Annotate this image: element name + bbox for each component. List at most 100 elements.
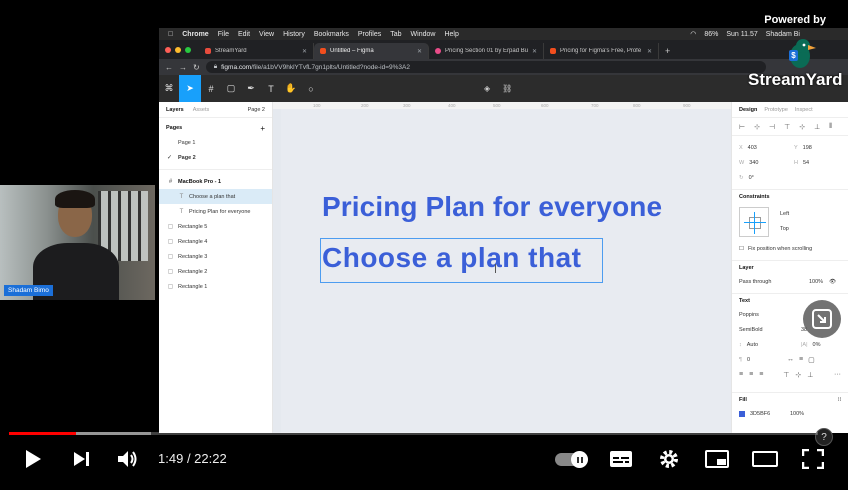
- auto-height-icon[interactable]: ≡: [799, 356, 803, 364]
- rotation-field[interactable]: 0°: [749, 175, 754, 181]
- shape-tool-icon[interactable]: ▢: [221, 75, 241, 102]
- tab-figma-pricing[interactable]: Pricing for Figma's Free, Profe ✕: [544, 43, 659, 59]
- constraint-v[interactable]: Top: [780, 226, 789, 232]
- x-field[interactable]: 403: [748, 145, 757, 151]
- align-left-icon[interactable]: ⊢: [739, 123, 745, 131]
- text-align-bottom-icon[interactable]: ⊥: [807, 371, 813, 379]
- text-align-center-icon[interactable]: ≡: [749, 371, 753, 378]
- figma-menu-icon[interactable]: ⌘: [159, 75, 179, 102]
- close-tab-icon[interactable]: ✕: [647, 48, 652, 55]
- component-icon[interactable]: ◈: [484, 84, 490, 93]
- tab-layers[interactable]: Layers: [166, 107, 184, 113]
- hand-tool-icon[interactable]: ✋: [281, 75, 301, 102]
- layer-row[interactable]: ▢ Rectangle 1: [159, 279, 272, 294]
- auto-width-icon[interactable]: ↔: [787, 356, 794, 364]
- text-align-middle-icon[interactable]: ⊹: [795, 371, 801, 379]
- miniplayer-button[interactable]: [704, 446, 730, 472]
- distribute-icon[interactable]: ⫴: [829, 123, 832, 131]
- text-align-right-icon[interactable]: ≡: [759, 371, 763, 378]
- grid-icon[interactable]: ⁞⁞: [838, 397, 841, 403]
- text-tool-icon[interactable]: T: [261, 75, 281, 102]
- close-tab-icon[interactable]: ✕: [417, 48, 422, 55]
- text-align-left-icon[interactable]: ≡: [739, 371, 743, 378]
- pen-tool-icon[interactable]: ✒: [241, 75, 261, 102]
- webcam-feed: Shadam Bimo: [0, 185, 155, 300]
- constraint-h[interactable]: Left: [780, 211, 789, 217]
- fill-opacity-field[interactable]: 100%: [790, 411, 804, 417]
- picture-in-picture-button[interactable]: [803, 300, 841, 338]
- minimize-window-icon[interactable]: [175, 47, 181, 53]
- page-item-active[interactable]: ✓ Page 2: [159, 150, 272, 165]
- eye-icon[interactable]: 👁︎: [829, 279, 836, 285]
- subtitles-button[interactable]: [608, 446, 634, 472]
- heading-text[interactable]: Pricing Plan for everyone: [322, 191, 662, 223]
- page-item[interactable]: Page 1: [159, 135, 272, 150]
- frame-tool-icon[interactable]: #: [201, 75, 221, 102]
- page-selector[interactable]: Page 2: [248, 107, 265, 113]
- more-options-icon[interactable]: ···: [834, 371, 841, 378]
- settings-button[interactable]: [656, 446, 682, 472]
- forward-icon[interactable]: →: [179, 63, 187, 72]
- layer-row[interactable]: T Choose a plan that: [159, 189, 272, 204]
- blend-mode-select[interactable]: Pass through: [739, 279, 809, 285]
- next-button[interactable]: [68, 446, 94, 472]
- progress-bar[interactable]: [9, 432, 818, 435]
- fullscreen-button[interactable]: [800, 446, 826, 472]
- tab-assets[interactable]: Assets: [193, 107, 210, 113]
- fill-swatch[interactable]: [739, 410, 745, 417]
- close-tab-icon[interactable]: ✕: [532, 48, 537, 55]
- constraint-widget[interactable]: [739, 207, 769, 237]
- align-bottom-icon[interactable]: ⊥: [814, 123, 820, 131]
- align-center-icon[interactable]: ⊹: [754, 123, 760, 131]
- link-icon[interactable]: ⛓: [502, 84, 512, 93]
- layer-row[interactable]: ▢ Rectangle 2: [159, 264, 272, 279]
- theater-mode-button[interactable]: [752, 446, 778, 472]
- subheading-text[interactable]: Choose a plan that: [322, 242, 581, 274]
- fixed-size-icon[interactable]: ▢: [808, 356, 815, 364]
- tab-streamyard[interactable]: StreamYard ✕: [199, 43, 314, 59]
- add-page-button[interactable]: +: [260, 124, 265, 133]
- height-field[interactable]: 54: [803, 160, 809, 166]
- font-family-select[interactable]: Poppins: [739, 312, 759, 318]
- layer-row[interactable]: ▢ Rectangle 4: [159, 234, 272, 249]
- align-middle-icon[interactable]: ⊹: [799, 123, 805, 131]
- reload-icon[interactable]: ↻: [193, 63, 200, 72]
- tab-figma[interactable]: Untitled – Figma ✕: [314, 43, 429, 59]
- width-field[interactable]: 340: [749, 160, 758, 166]
- autoplay-toggle[interactable]: [555, 451, 588, 468]
- font-weight-select[interactable]: SemiBold: [739, 327, 763, 333]
- play-button[interactable]: [20, 446, 46, 472]
- paragraph-spacing-field[interactable]: 0: [747, 357, 750, 363]
- layer-row[interactable]: ▢ Rectangle 3: [159, 249, 272, 264]
- layer-row[interactable]: T Pricing Plan for everyone: [159, 204, 272, 219]
- tab-inspect[interactable]: Inspect: [795, 107, 813, 113]
- volume-button[interactable]: [115, 446, 141, 472]
- comment-tool-icon[interactable]: ○: [301, 75, 321, 102]
- url-field[interactable]: 🔒︎ figma.com /file/a1bVV9hklYTvfL7gn1plt…: [205, 61, 766, 73]
- time-display: 1:49 / 22:22: [158, 451, 227, 466]
- align-top-icon[interactable]: ⊤: [784, 123, 790, 131]
- move-tool-icon[interactable]: ➤: [179, 75, 201, 102]
- figma-canvas[interactable]: 100 200 300 400 500 600 700 800 900 Pric…: [273, 102, 731, 433]
- line-height-field[interactable]: Auto: [747, 342, 758, 348]
- layer-row[interactable]: ▢ Rectangle 5: [159, 219, 272, 234]
- tab-design[interactable]: Design: [739, 107, 757, 113]
- layer-frame[interactable]: # MacBook Pro - 1: [159, 174, 272, 189]
- fill-hex-field[interactable]: 3D5BF6: [750, 411, 790, 417]
- tab-dribbble[interactable]: Pricing Section 01 by Erpad Bu ✕: [429, 43, 544, 59]
- checkbox-icon[interactable]: ☐: [739, 246, 744, 252]
- tab-prototype[interactable]: Prototype: [764, 107, 788, 113]
- new-tab-button[interactable]: +: [659, 46, 676, 59]
- close-tab-icon[interactable]: ✕: [302, 48, 307, 55]
- y-field[interactable]: 198: [803, 145, 812, 151]
- close-window-icon[interactable]: [165, 47, 171, 53]
- zoom-window-icon[interactable]: [185, 47, 191, 53]
- opacity-field[interactable]: 100%: [809, 279, 823, 285]
- text-align-top-icon[interactable]: ⊤: [783, 371, 789, 379]
- powered-by-label: Powered by: [764, 14, 826, 26]
- back-icon[interactable]: ←: [165, 63, 173, 72]
- align-right-icon[interactable]: ⊣: [769, 123, 775, 131]
- letter-spacing-field[interactable]: 0%: [813, 342, 821, 348]
- ruler-tick: 700: [591, 103, 599, 108]
- video-player[interactable]:  Chrome File Edit View History Bookmark…: [0, 0, 848, 490]
